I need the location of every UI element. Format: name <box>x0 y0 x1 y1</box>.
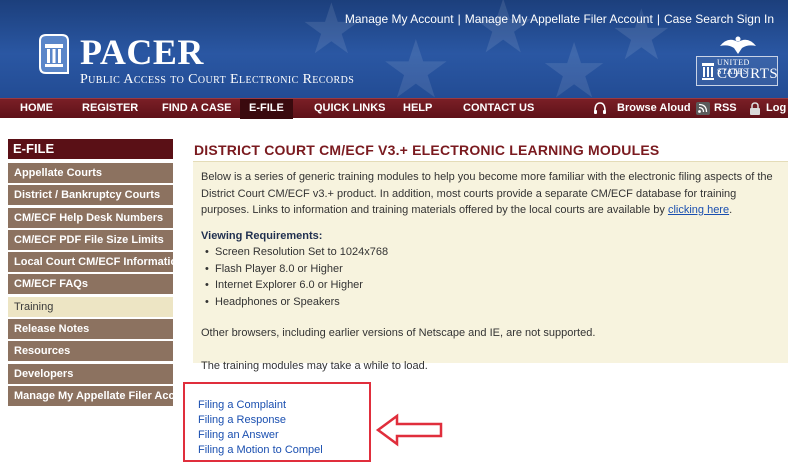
rss-link[interactable]: RSS <box>714 99 737 119</box>
browse-aloud-link[interactable]: Browse Aloud <box>617 99 691 119</box>
sidebar-title: E-FILE <box>8 139 173 159</box>
site-header: ★ ★ ★ ★ ★ Manage My Account | Manage My Ap… <box>0 0 788 98</box>
pacer-title[interactable]: PACER <box>80 34 204 70</box>
pacer-logo-icon[interactable] <box>36 33 72 79</box>
main-nav: HOME REGISTER FIND A CASE E-FILE QUICK L… <box>0 98 788 119</box>
sidebar-item-pdf-file-size-limits[interactable]: CM/ECF PDF File Size Limits <box>8 229 173 250</box>
rss-icon[interactable] <box>696 102 710 115</box>
sidebar-item-faqs[interactable]: CM/ECF FAQs <box>8 274 173 295</box>
sidebar-nav: Appellate Courts District / Bankruptcy C… <box>8 163 173 408</box>
requirement-item: Internet Explorer 6.0 or Higher <box>201 277 780 294</box>
training-modules-highlight: Filing a Complaint Filing a Response Fil… <box>183 382 371 462</box>
top-links: Manage My Account | Manage My Appellate Fi… <box>344 12 774 26</box>
sidebar-item-release-notes[interactable]: Release Notes <box>8 319 173 340</box>
case-search-sign-in-link[interactable]: Case Search Sign In <box>664 12 774 26</box>
sidebar-item-developers[interactable]: Developers <box>8 363 173 384</box>
module-link-filing-motion-to-compel[interactable]: Filing a Motion to Compel <box>198 443 369 458</box>
sidebar-item-help-desk-numbers[interactable]: CM/ECF Help Desk Numbers <box>8 207 173 228</box>
clicking-here-link[interactable]: clicking here <box>668 204 729 216</box>
nav-e-file[interactable]: E-FILE <box>240 99 293 119</box>
nav-home[interactable]: HOME <box>20 99 53 119</box>
uscourts-line-2: COURTS <box>717 66 779 82</box>
courthouse-icon <box>702 63 714 80</box>
info-panel: Below is a series of generic training mo… <box>193 161 788 372</box>
module-link-filing-answer[interactable]: Filing an Answer <box>198 428 369 443</box>
module-link-filing-response[interactable]: Filing a Response <box>198 413 369 428</box>
sidebar-item-manage-appellate-account[interactable]: Manage My Appellate Filer Account <box>8 385 173 406</box>
requirement-item: Flash Player 8.0 or Higher <box>201 261 780 278</box>
nav-contact-us[interactable]: CONTACT US <box>463 99 534 119</box>
requirements-title: Viewing Requirements: <box>201 229 323 242</box>
load-time-note: The training modules may take a while to… <box>201 359 428 372</box>
logout-link[interactable]: Log <box>766 99 786 119</box>
module-link-filing-complaint[interactable]: Filing a Complaint <box>198 398 369 413</box>
manage-appellate-account-link[interactable]: Manage My Appellate Filer Account <box>465 12 653 26</box>
page-title: DISTRICT COURT CM/ECF V3.+ ELECTRONIC LE… <box>194 142 660 158</box>
browser-support-note: Other browsers, including earlier versio… <box>201 327 596 339</box>
headphones-icon[interactable] <box>593 102 607 115</box>
lock-icon[interactable] <box>748 102 762 115</box>
pacer-subtitle: Public Access to Court Electronic Record… <box>80 72 355 87</box>
intro-end: . <box>729 204 733 216</box>
sidebar-item-resources[interactable]: Resources <box>8 341 173 362</box>
sidebar-item-local-court-info[interactable]: Local Court CM/ECF Information <box>8 252 173 273</box>
requirements-list: Screen Resolution Set to 1024x768 Flash … <box>201 244 780 310</box>
intro-paragraph: Below is a series of generic training mo… <box>201 169 780 219</box>
eagle-icon <box>720 36 756 54</box>
sidebar-item-appellate-courts[interactable]: Appellate Courts <box>8 163 173 183</box>
sidebar-item-training[interactable]: Training <box>8 296 173 317</box>
requirement-item: Screen Resolution Set to 1024x768 <box>201 244 780 261</box>
left-arrow-icon <box>375 413 443 447</box>
nav-register[interactable]: REGISTER <box>82 99 138 119</box>
nav-find-a-case[interactable]: FIND A CASE <box>162 99 231 119</box>
manage-account-link[interactable]: Manage My Account <box>345 12 454 26</box>
nav-help[interactable]: HELP <box>403 99 432 119</box>
sidebar-item-district-bankruptcy-courts[interactable]: District / Bankruptcy Courts <box>8 185 173 206</box>
uscourts-logo[interactable]: UNITED STATES COURTS <box>696 32 778 88</box>
nav-quick-links[interactable]: QUICK LINKS <box>314 99 386 119</box>
requirement-item: Headphones or Speakers <box>201 294 780 311</box>
